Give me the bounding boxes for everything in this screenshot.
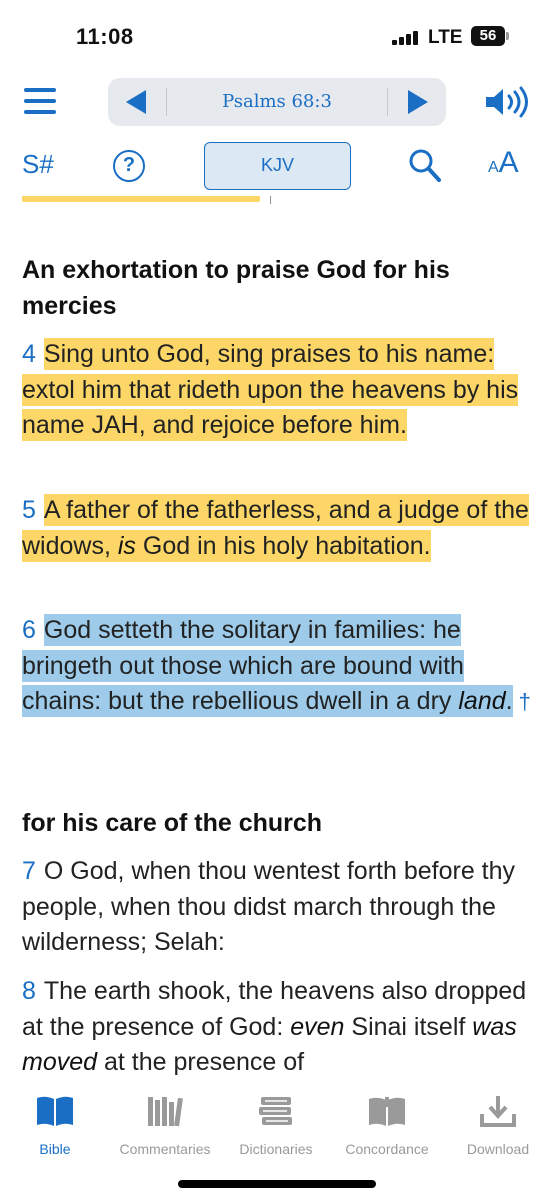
tab-commentaries[interactable]: Commentaries [110, 1094, 220, 1157]
verse-number[interactable]: 5 [22, 496, 36, 524]
verse-number[interactable]: 7 [22, 857, 36, 885]
verse-text-part: Sinai itself [344, 1012, 473, 1041]
download-icon [480, 1096, 516, 1127]
section-heading: for his care of the church [22, 809, 323, 837]
tab-bible[interactable]: Bible [0, 1094, 110, 1157]
verse-text: God setteth the solitary in families: he… [22, 614, 513, 717]
passage-reference[interactable]: Psalms 68:3 [168, 78, 386, 126]
verse-8[interactable]: 8 The earth shook, the heavens also dropp… [22, 974, 534, 1081]
tab-label: Dictionaries [239, 1141, 313, 1157]
tab-concordance[interactable]: Concordance [332, 1094, 442, 1157]
verse-text: The earth shook, the heavens also droppe… [22, 977, 526, 1076]
battery-icon: 56 [471, 26, 509, 46]
verse-number[interactable]: 6 [22, 616, 36, 644]
network-type: LTE [428, 27, 463, 48]
divider [166, 88, 167, 116]
search-icon[interactable] [408, 148, 442, 184]
speaker-icon[interactable] [484, 86, 530, 118]
passage-navigator: Psalms 68:3 [108, 78, 446, 126]
tab-dictionaries[interactable]: Dictionaries [221, 1094, 331, 1157]
previous-arrow-icon[interactable] [126, 90, 146, 114]
verse-5[interactable]: 5A father of the fatherless, and a judge… [22, 493, 534, 564]
verse-text-part: God in his holy habitation. [135, 531, 431, 560]
dictionaries-icon [259, 1097, 292, 1125]
font-size-button[interactable]: AA [488, 146, 519, 180]
menu-icon[interactable] [24, 88, 56, 114]
verse-text-part: God setteth the solitary in families: he… [22, 616, 464, 715]
italic-word: even [290, 1012, 345, 1041]
concordance-icon [369, 1097, 405, 1126]
verse-text: A father of the fatherless, and a judge … [22, 494, 529, 562]
verse-7[interactable]: 7O God, when thou wentest forth before t… [22, 854, 534, 961]
cellular-signal-icon [392, 31, 418, 45]
battery-level: 56 [479, 27, 497, 44]
home-indicator[interactable] [178, 1180, 376, 1188]
verse-text-part: . [505, 687, 513, 715]
status-time: 11:08 [76, 24, 134, 49]
verse-4[interactable]: 4 Sing unto God, sing praises to his name… [22, 337, 534, 444]
verse-text: Sing unto God, sing praises to his name:… [22, 338, 519, 441]
strongs-numbers-button[interactable]: S# [22, 149, 54, 180]
verse-number[interactable]: 4 [22, 340, 36, 368]
bible-icon [37, 1096, 73, 1126]
section-heading: An exhortation to praise God for his mer… [22, 256, 450, 320]
tab-download[interactable]: Download [443, 1094, 553, 1157]
font-size-large-label: A [498, 146, 519, 179]
version-selector-button[interactable]: KJV [204, 142, 351, 190]
italic-word: land [458, 687, 506, 715]
verse-text-part: at the presence of [97, 1048, 305, 1076]
bible-text-view[interactable]: An exhortation to praise God for his mer… [0, 196, 554, 1082]
next-arrow-icon[interactable] [408, 90, 428, 114]
previous-verse-highlight [22, 196, 260, 202]
commentaries-icon [148, 1097, 183, 1127]
status-bar: 11:08 LTE 56 [0, 0, 554, 80]
verse-text: O God, when thou wentest forth before th… [22, 857, 516, 956]
divider [387, 88, 388, 116]
italic-word: is [117, 531, 136, 560]
help-icon[interactable]: ? [113, 150, 145, 182]
tab-label: Concordance [345, 1141, 429, 1157]
cross-reference-icon[interactable]: † [519, 689, 531, 714]
tab-label: Commentaries [119, 1141, 211, 1157]
tab-label: Download [466, 1141, 530, 1157]
verse-number[interactable]: 8 [22, 977, 36, 1005]
verse-6[interactable]: 6 God setteth the solitary in families: h… [22, 613, 534, 720]
previous-verse-marker [270, 196, 271, 204]
font-size-small-label: A [488, 159, 499, 176]
tab-label: Bible [39, 1141, 71, 1157]
